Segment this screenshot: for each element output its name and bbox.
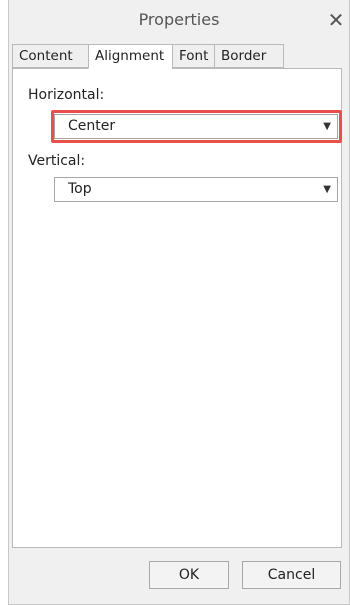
ok-button[interactable]: OK [149,561,229,589]
vertical-label: Vertical: [28,153,86,169]
horizontal-select-value: Center [68,118,116,134]
tab-font[interactable]: Font [172,44,214,68]
chevron-down-icon: ▼ [323,121,331,132]
tab-border[interactable]: Border [214,44,284,68]
cancel-button[interactable]: Cancel [242,561,341,589]
properties-dialog: Properties ✕ Content Alignment Font Bord… [8,0,350,605]
tab-bar: Content Alignment Font Border [12,44,284,69]
horizontal-label: Horizontal: [28,87,105,103]
horizontal-select[interactable]: Center ▼ [54,114,338,139]
tab-alignment[interactable]: Alignment [88,44,172,69]
alignment-panel: Horizontal: Center ▼ Vertical: Top ▼ [12,68,342,548]
dialog-title: Properties [138,10,220,29]
vertical-select[interactable]: Top ▼ [54,177,338,202]
tab-content[interactable]: Content [12,44,88,68]
title-bar: Properties ✕ [9,0,349,42]
vertical-select-value: Top [68,181,92,197]
chevron-down-icon: ▼ [323,184,331,195]
close-icon[interactable]: ✕ [325,8,347,32]
